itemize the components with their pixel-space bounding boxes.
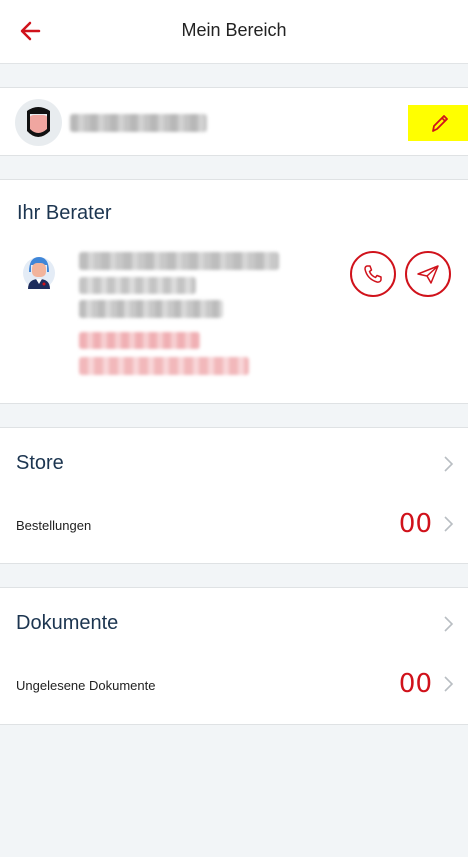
unread-documents-label: Ungelesene Dokumente: [16, 678, 156, 693]
orders-count: 00: [398, 509, 432, 539]
chevron-right-icon: [444, 616, 454, 632]
advisor-office-redacted: [79, 300, 223, 318]
call-advisor-button[interactable]: [350, 251, 396, 297]
unread-documents-count: 00: [398, 669, 432, 699]
page-title: Mein Bereich: [181, 20, 287, 40]
profile-card: [0, 87, 468, 156]
pencil-icon: [432, 115, 448, 132]
advisor-avatar-icon: [20, 251, 58, 291]
advisor-card: Ihr Berater: [0, 179, 468, 404]
documents-title: Dokumente: [16, 612, 119, 634]
advisor-title: Ihr Berater: [17, 202, 112, 224]
store-card: Store Bestellungen 00: [0, 427, 468, 564]
message-advisor-button[interactable]: [405, 251, 451, 297]
store-title: Store: [16, 452, 64, 474]
orders-label: Bestellungen: [16, 518, 92, 533]
unread-documents-row[interactable]: Ungelesene Dokumente 00: [0, 658, 468, 725]
chevron-right-icon: [444, 456, 454, 472]
user-name-redacted: [70, 114, 207, 132]
chevron-right-icon: [444, 676, 454, 692]
advisor-email-redacted[interactable]: [79, 357, 249, 375]
chevron-right-icon: [444, 516, 454, 532]
phone-icon: [364, 265, 382, 283]
send-icon: [417, 265, 439, 284]
edit-profile-button[interactable]: [408, 105, 468, 141]
top-bar: Mein Bereich: [0, 0, 468, 64]
advisor-role-redacted: [79, 277, 196, 294]
advisor-name-redacted: [79, 252, 279, 270]
user-avatar-icon: [15, 99, 62, 146]
advisor-phone-redacted[interactable]: [79, 332, 200, 349]
documents-row[interactable]: Dokumente: [0, 588, 468, 658]
orders-row[interactable]: Bestellungen 00: [0, 498, 468, 564]
store-row[interactable]: Store: [0, 428, 468, 498]
documents-card: Dokumente Ungelesene Dokumente 00: [0, 587, 468, 725]
